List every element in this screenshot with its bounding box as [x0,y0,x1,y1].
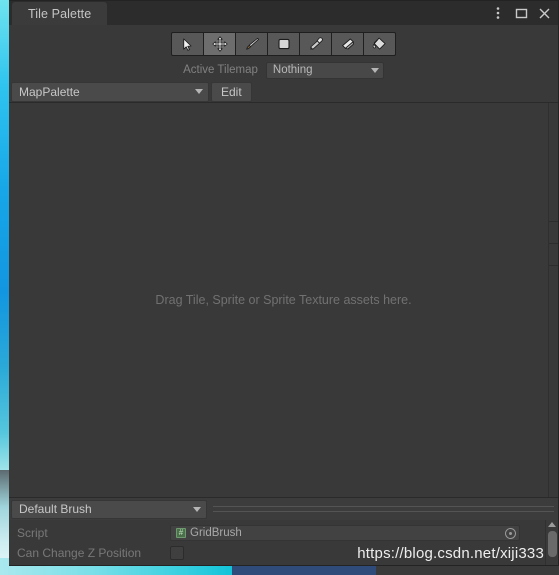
select-tool[interactable] [172,33,203,55]
chevron-down-icon [370,67,379,73]
edit-palette-button[interactable]: Edit [211,81,252,102]
palette-value: MapPalette [19,84,80,99]
close-icon[interactable] [534,3,554,23]
tab-label: Tile Palette [28,6,92,21]
script-object-field[interactable]: # GridBrush [170,525,520,541]
picker-tool[interactable] [300,33,331,55]
tile-palette-toolstrip [9,25,558,59]
palette-dropdown[interactable]: MapPalette [11,81,209,102]
paint-brush-tool[interactable] [236,33,267,55]
can-change-z-position-checkbox[interactable] [170,546,184,560]
rail-notch [549,265,558,266]
palette-selector-row: MapPalette Edit [9,81,558,103]
script-file-icon: # [176,528,186,538]
move-tool[interactable] [204,33,235,55]
active-tilemap-row: Active Tilemap Nothing [9,59,558,81]
can-change-z-position-label: Can Change Z Position [17,546,142,560]
active-tilemap-label: Active Tilemap [183,64,258,76]
edit-palette-label: Edit [221,84,242,99]
script-label: Script [17,526,48,540]
rail-notch [549,243,558,244]
window-titlebar: Tile Palette [9,1,558,25]
script-value: GridBrush [190,527,242,539]
script-row: Script # GridBrush [9,523,558,543]
palette-canvas-drop-area[interactable]: Drag Tile, Sprite or Sprite Texture asse… [9,103,558,497]
brush-panel: Default Brush Script # GridBrush Can Cha… [9,497,558,565]
rail-notch [549,221,558,222]
maximize-icon[interactable] [511,3,531,23]
scrollbar-thumb[interactable] [547,531,557,557]
chevron-down-icon [193,506,201,512]
can-change-z-position-row: Can Change Z Position [9,543,558,563]
active-tilemap-dropdown[interactable]: Nothing [265,61,384,79]
backdrop-strip-cyan-left [0,0,9,470]
inspector-scrollbar[interactable] [545,520,558,565]
fill-tool[interactable] [364,33,395,55]
tile-palette-window: Tile Palette Active Tilemap Nothing MapP… [9,0,559,566]
brush-inspector: Script # GridBrush Can Change Z Position… [9,520,558,565]
tab-tile-palette[interactable]: Tile Palette [12,2,108,25]
scroll-up-arrow-icon[interactable] [548,522,556,527]
more-menu-icon[interactable] [488,3,508,23]
canvas-right-rail [549,103,558,497]
eraser-tool[interactable] [332,33,363,55]
object-picker-icon[interactable] [505,527,516,539]
tool-button-group [171,32,396,56]
chevron-down-icon [195,89,203,94]
brush-value: Default Brush [19,502,92,516]
box-fill-tool[interactable] [268,33,299,55]
drop-hint-text: Drag Tile, Sprite or Sprite Texture asse… [155,293,412,307]
brush-row-separator [213,506,554,512]
window-controls [488,1,554,25]
active-tilemap-value: Nothing [272,64,313,76]
brush-selector-row: Default Brush [9,498,558,520]
brush-dropdown[interactable]: Default Brush [11,499,207,519]
